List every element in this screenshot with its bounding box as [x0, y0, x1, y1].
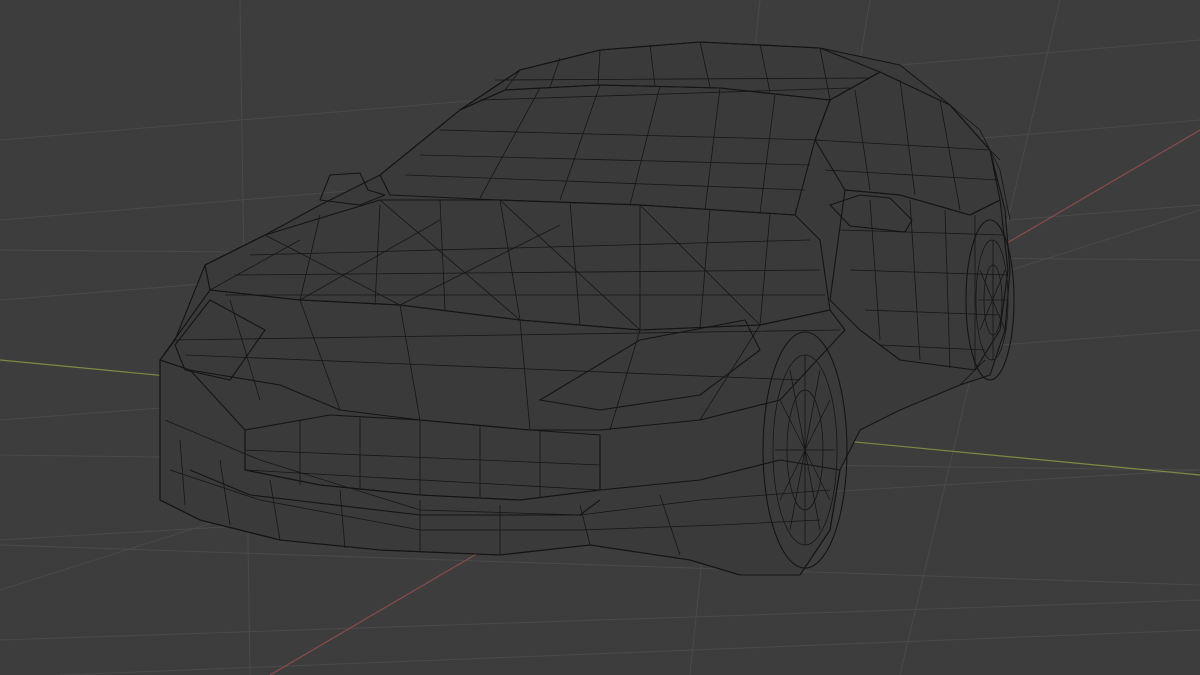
viewport-canvas[interactable] — [0, 0, 1200, 675]
car-wireframe[interactable] — [159, 41, 1015, 576]
3d-viewport[interactable] — [0, 0, 1200, 675]
car-body — [160, 42, 1010, 575]
